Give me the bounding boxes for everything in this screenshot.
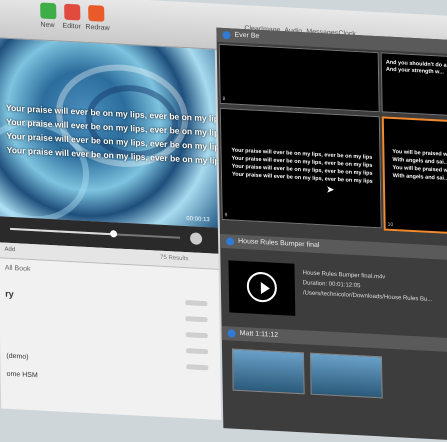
library-list: All Book ry (demo) ome HSM bbox=[0, 258, 222, 420]
media-duration: Duration: 00:01:12:05 bbox=[302, 280, 361, 290]
result-count: 75 Results bbox=[160, 254, 189, 263]
slide-number: 8 bbox=[222, 96, 226, 103]
play-icon[interactable] bbox=[246, 271, 278, 303]
media-filename: House Rules Bumper final.m4v bbox=[302, 270, 386, 281]
slide-thumbnail-selected[interactable]: You will be praised w... With angels and… bbox=[381, 116, 447, 236]
slide-thumbnail[interactable]: Your praise will ever be on my lips, eve… bbox=[219, 107, 382, 229]
slide-thumbnail[interactable] bbox=[231, 348, 305, 395]
redraw-icon[interactable] bbox=[88, 4, 105, 22]
live-preview: Your praise will ever be on my lips, eve… bbox=[0, 38, 218, 228]
preview-time: 00:00:13 bbox=[186, 216, 210, 224]
section-header[interactable]: House Rules Bumper final bbox=[219, 233, 447, 262]
group-header[interactable]: All Book bbox=[5, 265, 31, 273]
volume-icon[interactable] bbox=[189, 232, 203, 245]
slide-grid: Ever Be 8 And you shouldn't do a... And … bbox=[216, 27, 447, 442]
play-triangle bbox=[260, 282, 270, 295]
new-button-label: New bbox=[40, 21, 55, 30]
section-title: Ever Be bbox=[234, 31, 260, 40]
row-chip bbox=[186, 364, 209, 371]
scrubber-handle[interactable] bbox=[110, 230, 118, 238]
editor-icon[interactable] bbox=[64, 3, 81, 21]
list-item[interactable]: ome HSM bbox=[7, 371, 38, 380]
slide-thumbnail[interactable]: And you shouldn't do a... And your stren… bbox=[380, 52, 447, 118]
plus-icon[interactable] bbox=[40, 2, 57, 20]
list-item[interactable]: (demo) bbox=[6, 353, 28, 361]
media-path: /Users/technicolor/Downloads/House Rules… bbox=[302, 290, 433, 304]
scrubber-fill bbox=[10, 227, 111, 236]
row-chip bbox=[185, 300, 208, 307]
section-icon bbox=[222, 30, 231, 40]
section-icon bbox=[227, 329, 236, 338]
row-chip bbox=[185, 316, 208, 323]
section-title: Matt 1:11:12 bbox=[239, 329, 279, 339]
redraw-button-label: Redraw bbox=[85, 23, 110, 33]
row-chip bbox=[185, 332, 208, 339]
list-item[interactable]: ry bbox=[5, 289, 14, 299]
app-window: New Editor Redraw ClearImage Audio Messa… bbox=[0, 0, 447, 442]
slide-number: 10 bbox=[387, 221, 394, 228]
scrubber[interactable] bbox=[10, 227, 181, 239]
editor-button-label: Editor bbox=[62, 22, 81, 31]
media-thumbnail[interactable] bbox=[228, 260, 296, 316]
slide-thumbnail[interactable] bbox=[309, 352, 383, 399]
slide-thumbnail[interactable]: 8 bbox=[218, 43, 380, 113]
cursor-icon: ➤ bbox=[326, 184, 335, 196]
section-icon bbox=[226, 237, 235, 246]
slide-text: With angels and sai... bbox=[392, 172, 447, 182]
slide-number: 9 bbox=[224, 212, 228, 219]
library-add[interactable]: Add bbox=[4, 247, 15, 254]
section-title: House Rules Bumper final bbox=[238, 237, 320, 250]
row-chip bbox=[186, 348, 209, 355]
